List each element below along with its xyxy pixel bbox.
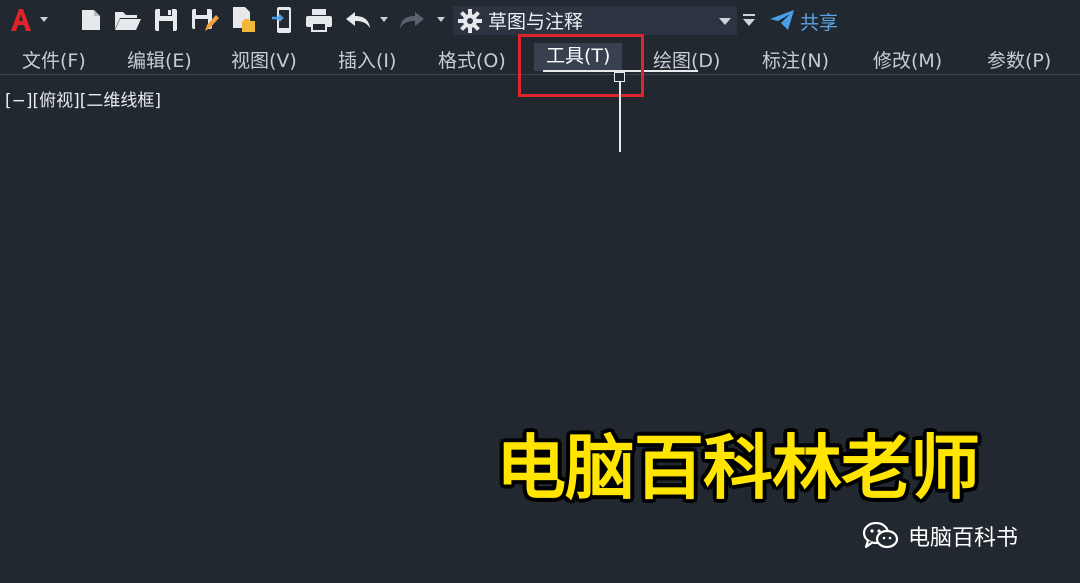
menu-draw[interactable]: 绘图(D) [653,46,720,73]
app-menu-chevron-down-icon[interactable] [40,17,48,22]
cursor-pickbox [614,72,625,82]
workspace-switcher[interactable]: 草图与注释 [453,6,737,35]
paper-plane-icon[interactable] [768,8,796,32]
menu-format[interactable]: 格式(O) [438,46,506,73]
brand-badge: 电脑百科书 [862,520,1018,552]
menu-edit[interactable]: 编辑(E) [127,46,192,73]
autocad-a-icon[interactable] [8,6,34,34]
save-icon[interactable] [153,7,179,33]
menu-modify[interactable]: 修改(M) [873,46,942,73]
workspace-chevron-down-icon[interactable] [719,18,731,25]
wechat-icon [862,521,899,549]
share-label[interactable]: 共享 [800,8,838,35]
new-file-icon[interactable] [78,8,104,32]
open-folder-icon[interactable] [114,8,142,32]
annotation-highlight-box [518,34,644,97]
menu-view[interactable]: 视图(V) [231,46,297,73]
menu-dimension[interactable]: 标注(N) [762,46,829,73]
menu-file[interactable]: 文件(F) [22,46,86,73]
menu-insert[interactable]: 插入(I) [338,46,396,73]
redo-icon[interactable] [397,9,427,31]
brand-text: 电脑百科书 [908,526,1019,551]
mobile-share-icon[interactable] [270,6,296,34]
cursor-crosshair-line [619,78,621,152]
workspace-value: 草图与注释 [488,11,584,33]
undo-icon[interactable] [343,9,373,31]
customize-dropdown-icon[interactable] [741,12,757,28]
save-as-icon[interactable] [190,6,220,34]
menu-parameters[interactable]: 参数(P) [987,46,1051,73]
publish-icon[interactable] [230,6,258,34]
watermark-title: 电脑百科林老师 [496,427,980,509]
redo-chevron-down-icon[interactable] [437,17,445,22]
viewport-controls-label[interactable]: [−][俯视][二维线框] [5,86,161,111]
undo-chevron-down-icon[interactable] [380,17,388,22]
print-icon[interactable] [304,7,334,33]
gear-icon [458,8,482,33]
